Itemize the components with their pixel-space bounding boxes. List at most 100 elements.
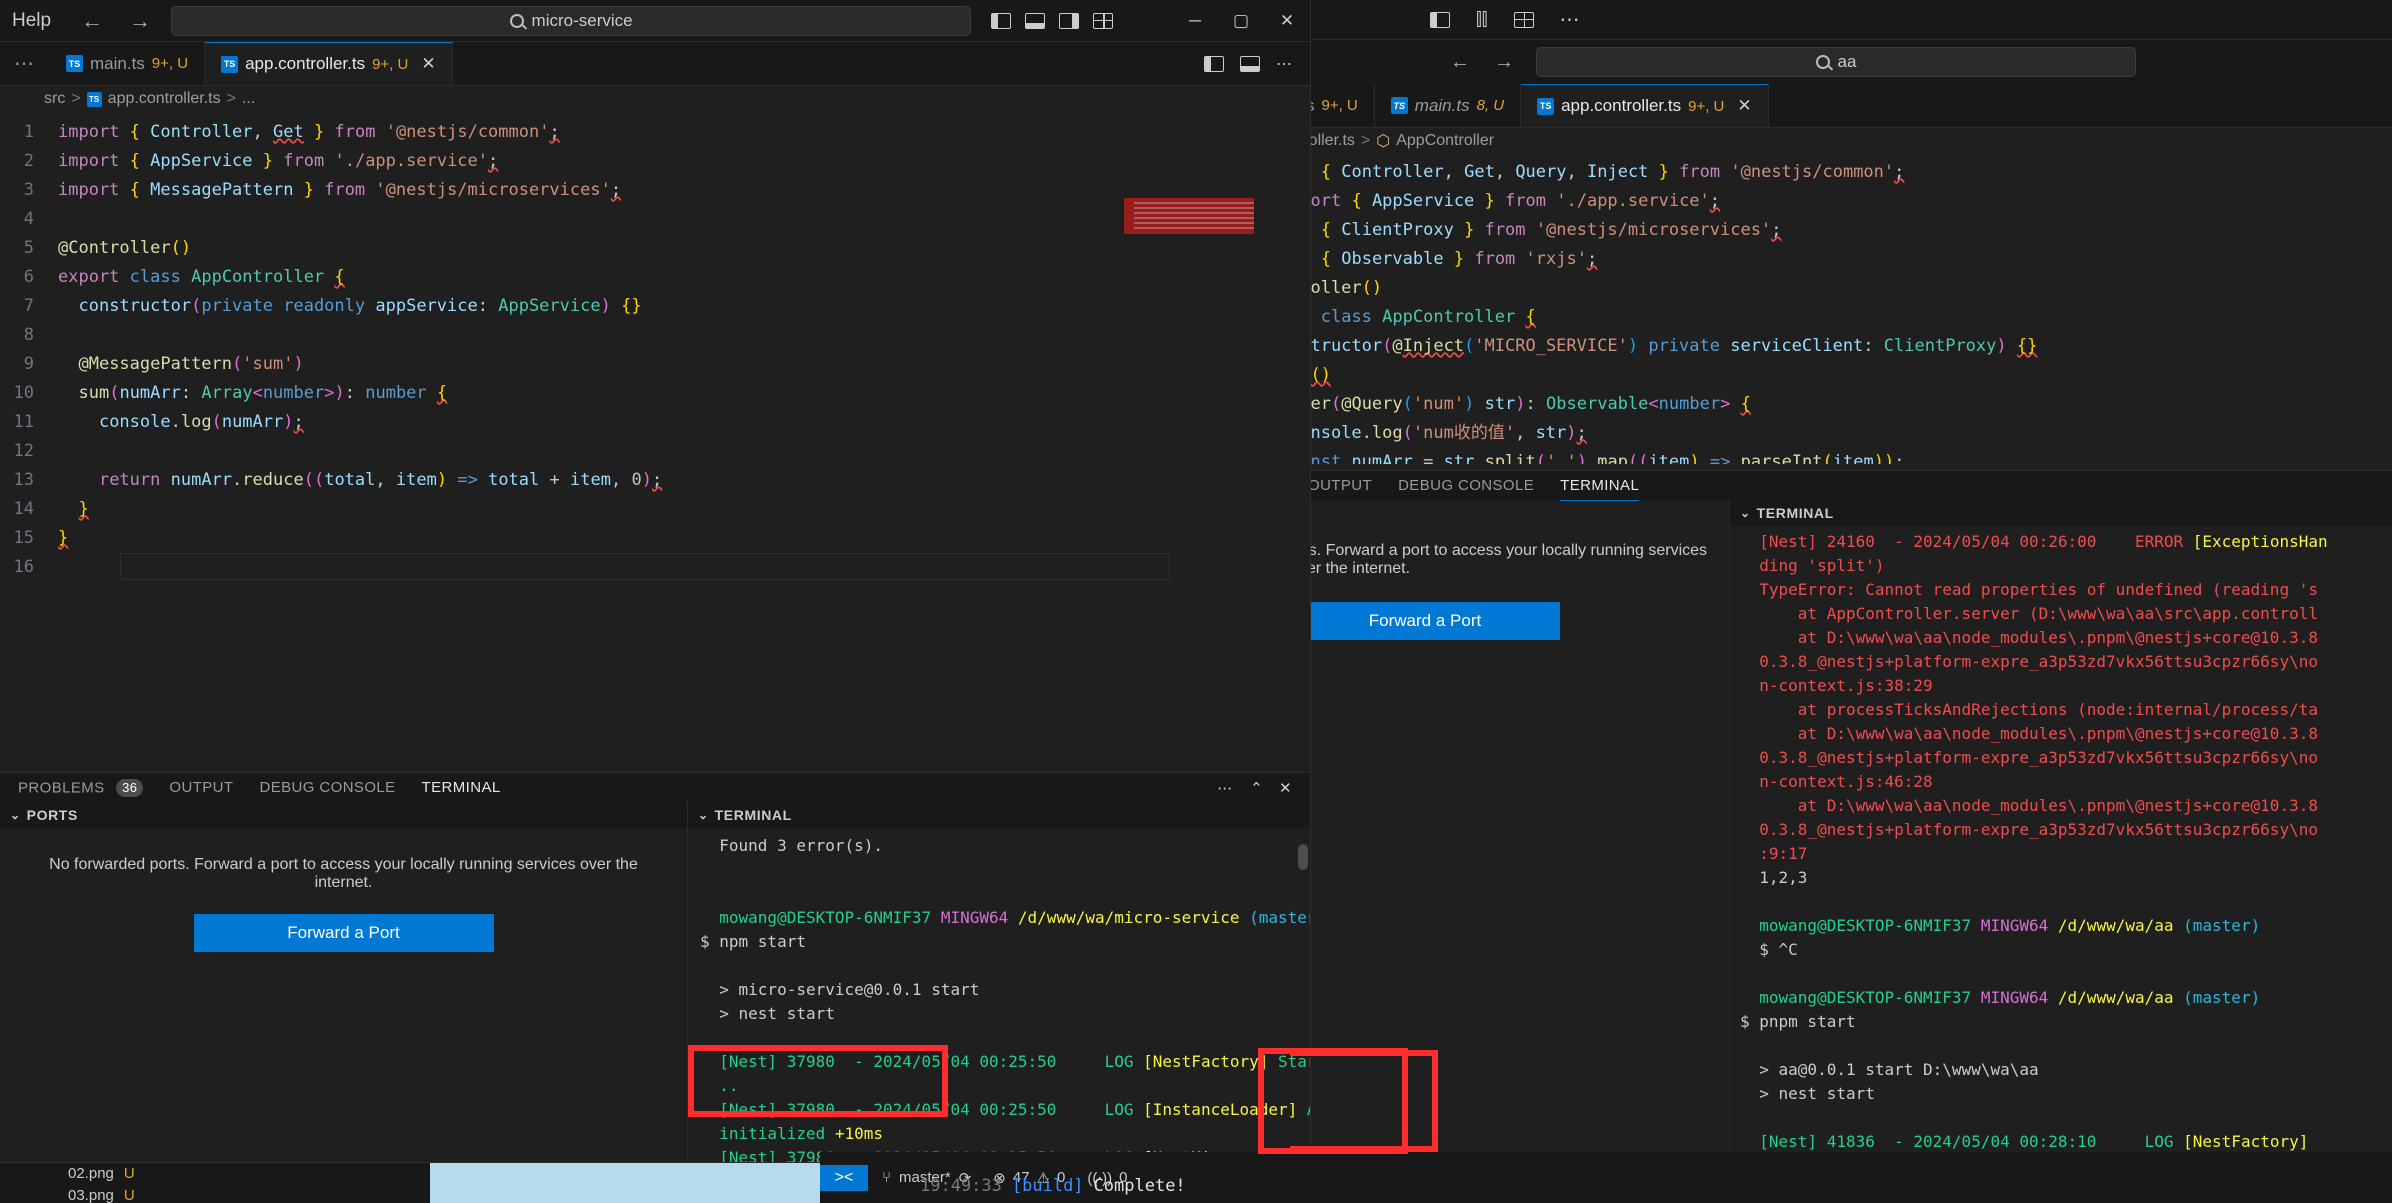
line-number: 12 (13, 441, 34, 461)
terminal-line: 1,2,3 (1759, 868, 1808, 887)
forward-icon[interactable]: → (129, 8, 151, 34)
chevron-down-icon[interactable]: ⌄ (1740, 506, 1751, 520)
chevron-down-icon[interactable]: ⌄ (698, 808, 709, 822)
terminal-output[interactable]: Found 3 error(s). mowang@DESKTOP-6NMIF37… (688, 828, 1310, 1162)
code-line: rt { Observable } from 'rxjs'; (1290, 245, 2392, 274)
line-number: 14 (13, 499, 34, 519)
file-item-03png-badge: U (123, 1186, 135, 1203)
menu-item-help[interactable]: Help (12, 10, 51, 32)
code-line: 11 console.log(numArr); (0, 408, 1310, 437)
tab-problems[interactable]: PROBLEMS 36 (18, 773, 144, 803)
panel-layout-icon[interactable] (1430, 11, 1450, 28)
tab-main-ts-label: main.ts (1414, 95, 1470, 115)
tab-debug-console[interactable]: DEBUG CONSOLE (1398, 471, 1534, 500)
terminal-line: > aa@0.0.1 start D:\www\wa\aa (1759, 1060, 2039, 1079)
code-line: rt { ClientProxy } from '@nestjs/microse… (1290, 216, 2392, 245)
close-icon[interactable]: ✕ (421, 54, 435, 74)
chevron-down-icon[interactable]: ⌄ (10, 808, 21, 822)
chevron-up-icon[interactable]: ⌃ (1250, 779, 1263, 797)
terminal-scrollbar[interactable] (1298, 844, 1308, 870)
back-icon[interactable]: ← (1450, 51, 1470, 74)
desktop-screen: ⫿⫿ ⋯ ← → aa s 9+, U TS main.ts 8, U TS a… (0, 0, 2392, 1203)
left-code-editor[interactable]: 1 import { Controller, Get } from '@nestj… (0, 112, 1310, 772)
search-input[interactable]: micro-service (171, 5, 972, 36)
forward-a-port-button[interactable]: Forward a Port (1290, 602, 1560, 640)
remote-window-icon[interactable]: >< (820, 1164, 868, 1191)
build-text: Complete! (1093, 1176, 1186, 1196)
tab-problems-label: PROBLEMS (18, 779, 105, 796)
split-editor-icon[interactable]: ⫿⫿ (1476, 9, 1488, 30)
tab-main-ts[interactable]: TS main.ts 9+, U (50, 42, 206, 85)
right-terminal-pane: ⌄ TERMINAL [Nest] 24160 - 2024/05/04 00:… (1730, 500, 2392, 1183)
line-number: 1 (23, 122, 34, 142)
line-number: 11 (13, 412, 34, 432)
tab-app-controller-ts-label: app.controller.ts (245, 54, 366, 73)
right-breadcrumb: ntroller.ts > ⬡ AppController (1290, 128, 2392, 154)
tab-truncated-badge: 9+, U (1321, 97, 1358, 114)
breadcrumb-ellipsis[interactable]: ... (242, 90, 255, 108)
breadcrumb-file[interactable]: app.controller.ts (108, 90, 221, 108)
nav-arrows: ← → (81, 8, 151, 34)
minimize-button[interactable]: ─ (1172, 0, 1218, 42)
tab-terminal[interactable]: TERMINAL (1560, 471, 1640, 501)
terminal-line: mowang@DESKTOP-6NMIF37 MINGW64 /d/www/wa… (719, 908, 1310, 927)
close-icon[interactable]: ✕ (1279, 779, 1292, 797)
code-text: mport { AppService } from './app.service… (1290, 191, 1721, 211)
close-icon[interactable]: ✕ (1737, 96, 1751, 116)
code-text: @MessagePattern('sum') (78, 354, 304, 374)
maximize-button[interactable]: ▢ (1218, 0, 1264, 42)
layout-grid-icon[interactable] (1093, 12, 1114, 29)
close-button[interactable]: ✕ (1264, 0, 1310, 42)
code-line: const numArr = str.split(',').map((item)… (1290, 448, 2392, 464)
split-editor-icon[interactable] (1204, 55, 1224, 72)
terminal-line: TypeError: Cannot read properties of und… (1759, 580, 2318, 599)
code-line: 1 import { Controller, Get } from '@nestj… (0, 118, 1310, 147)
layout-icon[interactable] (1513, 11, 1534, 28)
right-code-editor[interactable]: rt { Controller, Get, Query, Inject } fr… (1290, 154, 2392, 464)
code-line: 13 return numArr.reduce((total, item) =>… (0, 466, 1310, 495)
more-actions-icon[interactable]: ⋯ (1276, 54, 1294, 74)
left-vscode-window: Help ← → micro-service ─ ▢ ✕ ⋯ TS main.t… (0, 0, 1310, 1162)
terminal-line: 0.3.8_@nestjs+platform-expre_a3p53zd7vkx… (1759, 652, 2318, 671)
build-label: [build] (1011, 1176, 1084, 1196)
minimap-lines (1134, 202, 1254, 230)
menu-bar: Help (0, 10, 51, 32)
forward-icon[interactable]: → (1494, 51, 1514, 74)
right-terminal-output[interactable]: [Nest] 24160 - 2024/05/04 00:26:00 ERROR… (1730, 526, 2392, 1183)
tab-terminal[interactable]: TERMINAL (421, 773, 501, 803)
breadcrumb-src[interactable]: src (44, 90, 65, 108)
right-window-navbar: ← → aa (1290, 40, 2392, 84)
file-item-03png[interactable]: 03.png U (0, 1184, 430, 1203)
panel-bottom-icon[interactable] (1025, 12, 1046, 29)
code-line: 8 (0, 321, 1310, 350)
tab-app-controller-ts[interactable]: TS app.controller.ts 9+, U ✕ (1521, 84, 1769, 127)
code-line: nstructor(@Inject('MICRO_SERVICE') priva… (1290, 332, 2392, 361)
panel-left-icon[interactable] (991, 12, 1012, 29)
right-search-input[interactable]: aa (1536, 47, 2136, 77)
terminal-pane: ⌄ TERMINAL Found 3 error(s). mowang@DESK… (688, 802, 1310, 1162)
terminal-line: n-context.js:46:28 (1759, 772, 1933, 791)
code-line: mport { AppService } from './app.service… (1290, 187, 2392, 216)
tab-output[interactable]: OUTPUT (169, 773, 233, 802)
breadcrumb-symbol[interactable]: AppController (1396, 132, 1494, 150)
more-actions-icon[interactable]: ⋯ (1217, 779, 1234, 797)
line-number: 13 (13, 470, 34, 490)
back-icon[interactable]: ← (81, 8, 103, 34)
code-line: rver(@Query('num') str): Observable<numb… (1290, 390, 2392, 419)
tab-debug-console[interactable]: DEBUG CONSOLE (259, 773, 395, 802)
tab-output[interactable]: OUTPUT (1308, 471, 1372, 500)
layout-icon[interactable] (1240, 55, 1260, 72)
file-item-02png[interactable]: 02.png U (0, 1162, 430, 1184)
forward-a-port-button[interactable]: Forward a Port (193, 914, 494, 952)
tabs-more-icon[interactable]: ⋯ (0, 42, 50, 85)
tab-app-controller-ts[interactable]: TS app.controller.ts 9+, U ✕ (205, 42, 453, 85)
panel-right-icon[interactable] (1059, 12, 1080, 29)
code-text: } (58, 528, 69, 548)
more-actions-icon[interactable]: ⋯ (1560, 7, 1582, 32)
code-line: 2 import { AppService } from './app.servi… (0, 147, 1310, 176)
ts-file-icon: TS (86, 91, 102, 107)
tab-main-ts[interactable]: TS main.ts 8, U (1374, 84, 1522, 127)
